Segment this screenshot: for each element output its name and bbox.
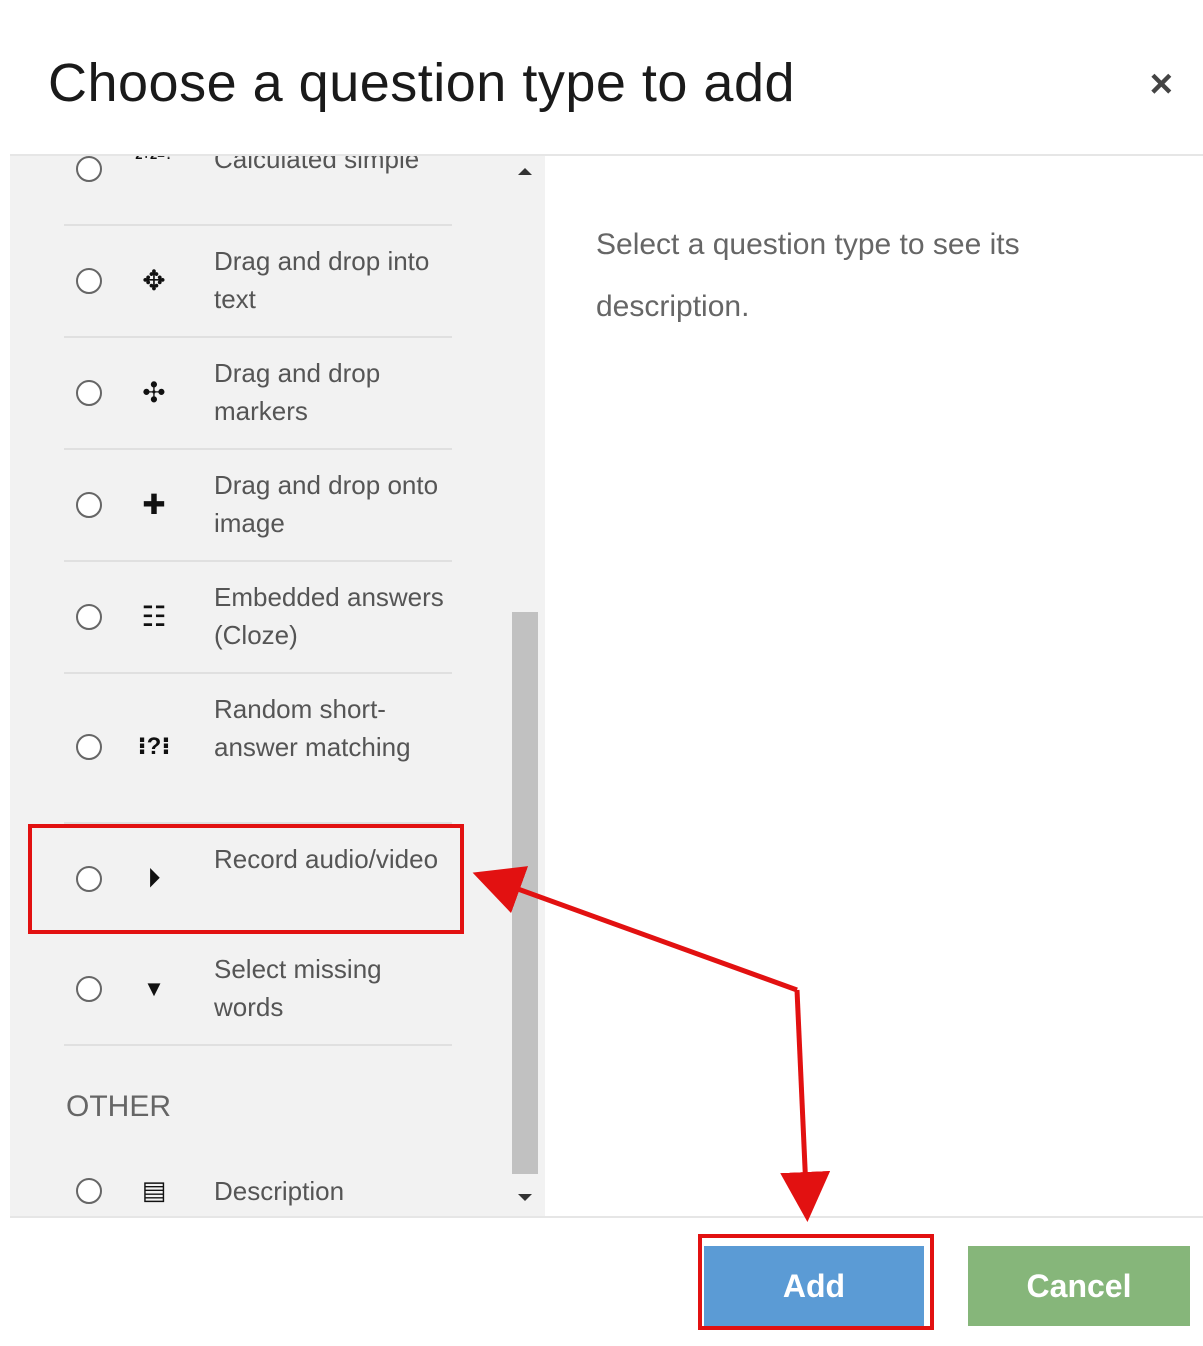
list-item-record-audio-video[interactable]: ⏵ Record audio/video bbox=[64, 824, 452, 934]
dialog-title: Choose a question type to add bbox=[48, 53, 796, 113]
label-calculated-simple: Calculated simple bbox=[214, 156, 420, 174]
radio-cloze[interactable] bbox=[76, 604, 102, 630]
scrollbar-thumb[interactable] bbox=[512, 612, 538, 1174]
random-matching-icon: ⁝?⁝ bbox=[137, 733, 171, 760]
question-type-list[interactable]: 2+2=? Calculated simple ✥ Drag and drop … bbox=[10, 156, 545, 1216]
label-select-missing-words: Select missing words bbox=[214, 954, 382, 1022]
list-item-random-matching[interactable]: ⁝?⁝ Random short-answer matching bbox=[64, 674, 452, 824]
list-item-select-missing-words[interactable]: ▼ Select missing words bbox=[64, 934, 452, 1046]
label-drag-drop-image: Drag and drop onto image bbox=[214, 470, 439, 538]
select-missing-words-icon: ▼ bbox=[143, 976, 165, 1001]
dialog-header: Choose a question type to add × bbox=[10, 0, 1203, 156]
list-item-drag-drop-text[interactable]: ✥ Drag and drop into text bbox=[64, 226, 452, 338]
radio-description[interactable] bbox=[76, 1178, 102, 1204]
label-random-matching: Random short-answer matching bbox=[214, 694, 411, 762]
radio-drag-drop-markers[interactable] bbox=[76, 380, 102, 406]
radio-calculated-simple[interactable] bbox=[76, 156, 102, 182]
drag-drop-text-icon: ✥ bbox=[142, 265, 166, 296]
question-type-dialog: Choose a question type to add × 2+2=? Ca… bbox=[10, 0, 1203, 1344]
label-cloze: Embedded answers (Cloze) bbox=[214, 582, 444, 650]
drag-drop-markers-icon: ✣ bbox=[142, 377, 166, 408]
close-icon[interactable]: × bbox=[1150, 62, 1173, 107]
list-item-calculated-simple[interactable]: 2+2=? Calculated simple bbox=[64, 156, 452, 226]
record-audio-video-icon: ⏵ bbox=[148, 865, 160, 892]
dialog-footer: Add Cancel bbox=[10, 1216, 1203, 1346]
list-item-drag-drop-image[interactable]: ✚ Drag and drop onto image bbox=[64, 450, 452, 562]
label-drag-drop-markers: Drag and drop markers bbox=[214, 358, 381, 426]
label-record-audio-video: Record audio/video bbox=[214, 844, 439, 874]
label-description: Description bbox=[214, 1176, 345, 1206]
scroll-down-arrow-icon[interactable] bbox=[518, 1194, 532, 1201]
drag-drop-image-icon: ✚ bbox=[142, 489, 166, 520]
list-item-drag-drop-markers[interactable]: ✣ Drag and drop markers bbox=[64, 338, 452, 450]
list-item-cloze[interactable]: ☷ Embedded answers (Cloze) bbox=[64, 562, 452, 674]
description-pane: Select a question type to see its descri… bbox=[596, 228, 1020, 323]
radio-random-matching[interactable] bbox=[76, 734, 102, 760]
section-heading-other: OTHER bbox=[66, 1090, 171, 1123]
description-icon: ▤ bbox=[141, 1175, 167, 1205]
list-scrollbar[interactable] bbox=[510, 156, 540, 1216]
radio-select-missing-words[interactable] bbox=[76, 976, 102, 1002]
cloze-icon: ☷ bbox=[141, 601, 167, 632]
radio-drag-drop-image[interactable] bbox=[76, 492, 102, 518]
radio-drag-drop-text[interactable] bbox=[76, 268, 102, 294]
cancel-button[interactable]: Cancel bbox=[968, 1246, 1190, 1326]
scroll-up-arrow-icon[interactable] bbox=[518, 168, 532, 175]
calculated-simple-icon: 2+2=? bbox=[134, 156, 174, 188]
add-button[interactable]: Add bbox=[704, 1246, 924, 1326]
list-item-description[interactable]: ▤ Description bbox=[64, 1162, 452, 1216]
label-drag-drop-text: Drag and drop into text bbox=[214, 246, 430, 314]
radio-record-audio-video[interactable] bbox=[76, 866, 102, 892]
